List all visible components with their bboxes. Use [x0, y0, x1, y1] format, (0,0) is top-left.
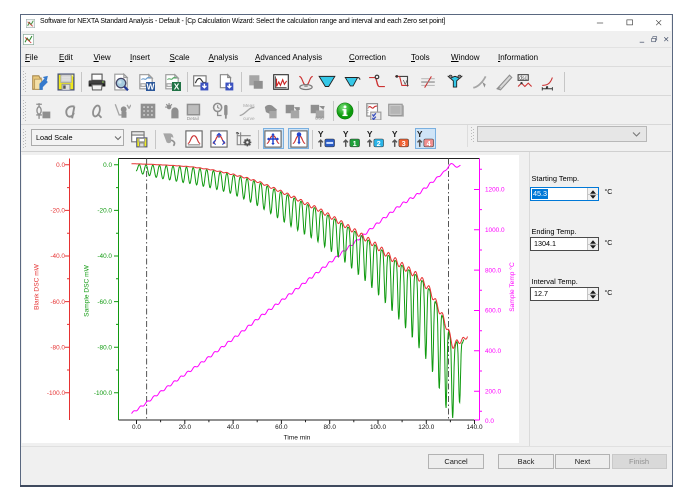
svg-text:200.0: 200.0 — [485, 388, 501, 395]
svg-text:W: W — [147, 81, 155, 91]
svg-text:0.0: 0.0 — [132, 424, 141, 431]
svg-text:Blank DSC mW: Blank DSC mW — [33, 263, 40, 310]
svg-text:0.0: 0.0 — [485, 417, 494, 424]
svg-text:-80.0: -80.0 — [97, 344, 112, 351]
svg-text:dsc: dsc — [519, 75, 527, 81]
svg-text:3: 3 — [401, 138, 405, 147]
svg-text:Y: Y — [391, 130, 397, 139]
svg-text:120.0: 120.0 — [418, 424, 434, 431]
svg-text:-20.0: -20.0 — [97, 207, 112, 214]
svg-text:Sample Temp °C: Sample Temp °C — [508, 262, 516, 312]
svg-text:X: X — [173, 81, 179, 91]
svg-text:-40.0: -40.0 — [97, 253, 112, 260]
svg-text:400.0: 400.0 — [485, 348, 501, 355]
svg-text:1: 1 — [352, 138, 356, 147]
svg-text:-40.0: -40.0 — [50, 253, 65, 260]
svg-text:-80.0: -80.0 — [50, 344, 65, 351]
svg-text:-100.0: -100.0 — [93, 390, 112, 397]
svg-text:-60.0: -60.0 — [97, 298, 112, 305]
svg-text:-20.0: -20.0 — [50, 207, 65, 214]
svg-text:40.0: 40.0 — [226, 424, 239, 431]
svg-text:curve: curve — [243, 115, 255, 119]
svg-text:Y: Y — [367, 130, 373, 139]
svg-text:60.0: 60.0 — [275, 424, 288, 431]
svg-text:140.0: 140.0 — [466, 424, 482, 431]
svg-text:Time min: Time min — [283, 434, 310, 441]
svg-text:20.0: 20.0 — [178, 424, 191, 431]
svg-text:600.0: 600.0 — [485, 307, 501, 314]
svg-text:DSC: DSC — [315, 115, 324, 120]
svg-text:Y: Y — [342, 130, 348, 139]
svg-text:1200.0: 1200.0 — [485, 186, 505, 193]
svg-text:800.0: 800.0 — [485, 267, 501, 274]
svg-text:0.0: 0.0 — [56, 162, 65, 169]
svg-text:Detail: Detail — [186, 115, 198, 119]
svg-text:1000.0: 1000.0 — [485, 227, 505, 234]
svg-text:100.0: 100.0 — [370, 424, 386, 431]
svg-text:Y: Y — [317, 130, 323, 139]
svg-text:Sample DSC mW: Sample DSC mW — [83, 264, 90, 316]
svg-text:2: 2 — [377, 138, 381, 147]
svg-text:V: V — [403, 79, 408, 86]
svg-text:Y: Y — [417, 130, 423, 139]
svg-text:-100.0: -100.0 — [46, 390, 65, 397]
svg-text:80.0: 80.0 — [323, 424, 336, 431]
svg-text:-60.0: -60.0 — [50, 298, 65, 305]
svg-text:0.0: 0.0 — [103, 162, 112, 169]
